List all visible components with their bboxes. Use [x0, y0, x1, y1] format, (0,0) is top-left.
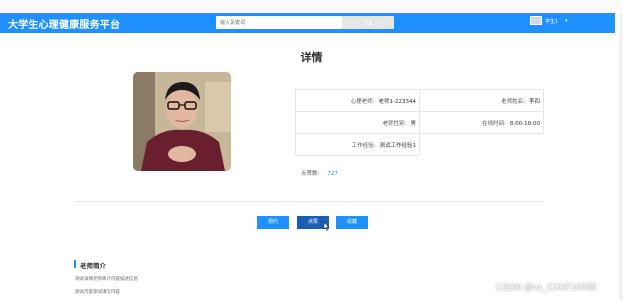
- search-input[interactable]: [216, 16, 342, 29]
- likes-count: 点赞数: 727: [301, 169, 338, 177]
- online-time-label: 在线时间:: [481, 120, 506, 127]
- teacher-label: 心理老师:: [350, 98, 375, 105]
- table-cell: 老师性别: 男: [295, 111, 420, 134]
- experience-value: 测试工作经验1: [379, 142, 417, 149]
- gender-value: 男: [410, 120, 416, 127]
- user-avatar[interactable]: [530, 16, 542, 25]
- mouse-cursor-icon: [323, 222, 329, 231]
- table-row: 老师性别: 男 在线时间: 8:00-18:00: [295, 111, 544, 134]
- favorite-button[interactable]: 收藏: [336, 216, 368, 229]
- table-row: 心理老师: 老师1-223344 老师姓名: 李四: [295, 89, 544, 112]
- teacher-name-value: 李四: [528, 98, 540, 105]
- teacher-info-table: 心理老师: 老师1-223344 老师姓名: 李四 老师性别: 男 在线时间: 8:00…: [295, 89, 544, 156]
- teacher-photo: [133, 72, 231, 171]
- table-row: 工作经验: 测试工作经验1: [295, 133, 544, 156]
- page-title: 详情: [300, 51, 323, 64]
- intro-title: 老师简介: [80, 262, 106, 270]
- section-accent-bar: [74, 260, 76, 268]
- app-brand[interactable]: 大学生心理健康服务平台: [8, 16, 120, 31]
- chevron-down-icon[interactable]: ▾: [565, 18, 568, 24]
- teacher-name-label: 老师姓名:: [501, 98, 525, 105]
- top-header: 大学生心理健康服务平台 学生1 ▾: [0, 13, 615, 33]
- online-time-value: 8:00-18:00: [509, 120, 540, 127]
- table-cell: 工作经验: 测试工作经验1: [295, 133, 420, 156]
- likes-value: 727: [327, 171, 338, 177]
- table-cell: 在线时间: 8:00-18:00: [419, 111, 544, 134]
- likes-label: 点赞数:: [301, 171, 320, 177]
- app-window: 大学生心理健康服务平台 学生1 ▾ 详情 心理老师:老师1-223344 老师姓…: [0, 0, 623, 300]
- browser-top-strip: [0, 0, 623, 13]
- divider: [74, 201, 544, 202]
- teacher-photo-image: [133, 72, 231, 171]
- search-icon: [365, 19, 371, 25]
- watermark: CSDN @vx_CXKF10088: [496, 282, 597, 292]
- intro-line: 测试内容测试填写内容: [75, 290, 120, 295]
- teacher-value: 老师1-223344: [378, 98, 416, 105]
- table-cell-empty: [419, 133, 544, 156]
- gender-label: 老师性别:: [382, 120, 407, 127]
- table-cell: 心理老师: 老师1-223344: [295, 89, 420, 112]
- intro-line: 测试详情老师简介内容描述信息: [75, 277, 138, 282]
- table-cell: 老师姓名: 李四: [419, 89, 544, 112]
- experience-label: 工作经验:: [351, 142, 376, 149]
- search-button[interactable]: [342, 16, 394, 29]
- reserve-button[interactable]: 预约: [257, 216, 289, 229]
- user-name[interactable]: 学生1: [545, 18, 558, 25]
